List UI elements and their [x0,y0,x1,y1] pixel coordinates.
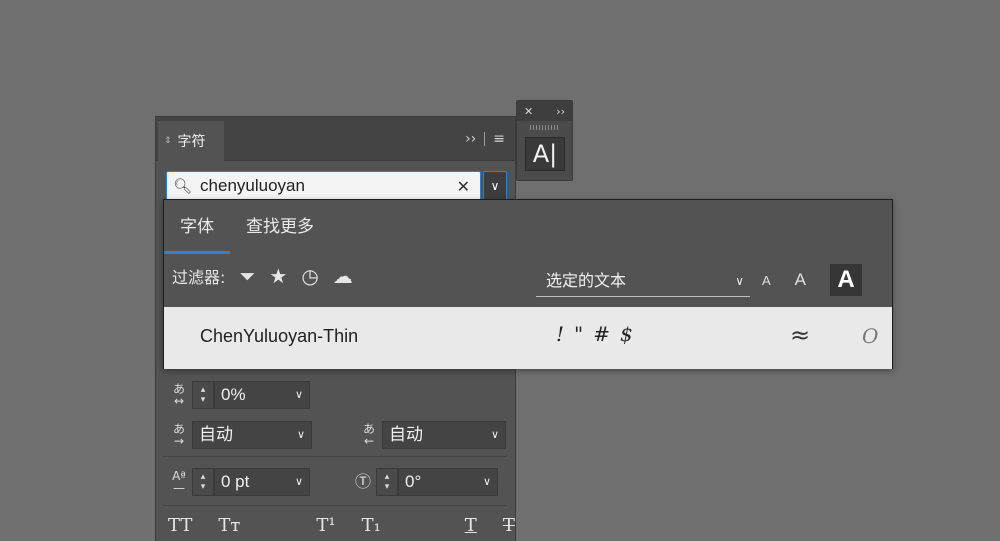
tracking-row: あ ↔ ▴ ▾ 0% ∨ [166,381,310,409]
space-before-field[interactable]: 自动 ∨ [192,421,312,449]
strikethrough-button[interactable]: T [503,515,515,536]
font-result-row[interactable]: ChenYuluoyan-Thin !"#$ ≈ O [164,307,892,369]
baseline-shift-field[interactable]: 0 pt ∨ [214,468,310,496]
tracking-icon: あ ↔ [172,382,185,408]
sample-text-select[interactable]: 选定的文本 ∨ [536,265,750,297]
chevron-down-icon[interactable]: ∨ [483,469,491,495]
reorder-icon: ⇕ [164,136,172,146]
font-dropdown: 字体 查找更多 过滤器: ⏷ ★ ◷ ☁ 选定的文本 ∨ A A A ChenY… [163,199,893,369]
tab-label: 字符 [177,134,206,150]
filter-icon[interactable]: ⏷ [239,264,255,288]
rotation-stepper[interactable]: ▴ ▾ [376,468,398,496]
font-search-field[interactable]: 🔍︎ chenyuluoyan ✕ [166,171,481,201]
tracking-stepper[interactable]: ▴ ▾ [192,381,214,409]
rotate-icon: Ⓣ [354,472,371,491]
small-caps-button[interactable]: Tт [218,515,240,536]
typography-buttons: TT Tт T¹ T₁ T T [168,515,515,536]
cloud-check-icon[interactable]: ☁ [333,264,353,288]
space-after-icon: あ ← [362,422,375,448]
mini-panel-header: ✕ ›› [517,101,572,121]
preview-size-buttons: A A A [762,264,863,296]
sample-text-value: 选定的文本 [546,271,627,290]
chevron-down-icon[interactable]: ∨ [297,422,305,448]
space-after-row: あ ← 自动 ∨ [356,421,506,449]
baseline-shift-row: Aª — ▴ ▾ 0 pt ∨ [166,468,310,496]
expand-icon[interactable]: ›› [556,105,565,118]
filter-bar: 过滤器: ⏷ ★ ◷ ☁ [172,264,353,288]
character-panel-icon[interactable]: A| [525,137,565,171]
collapse-icon[interactable]: ›› [465,131,476,147]
drag-grip[interactable] [529,125,560,130]
space-before-icon: あ → [172,422,185,448]
tracking-field[interactable]: 0% ∨ [214,381,310,409]
preview-size-small-button[interactable]: A [762,273,771,288]
floating-character-panel: ✕ ›› A| [516,100,573,181]
tab-character[interactable]: ⇕ 字符 [158,121,224,161]
font-search-input[interactable]: chenyuluoyan [200,176,457,196]
baseline-shift-stepper[interactable]: ▴ ▾ [192,468,214,496]
show-similar-icon[interactable]: ≈ [790,321,810,349]
divider [163,505,507,506]
font-preview-glyphs: !"#$ [556,322,643,346]
font-type-icon: O [862,324,879,348]
tab-fonts[interactable]: 字体 [164,200,230,254]
rotation-field[interactable]: 0° ∨ [398,468,498,496]
clear-icon[interactable]: ✕ [457,177,470,196]
preview-size-large-button[interactable]: A [830,264,863,296]
chevron-down-icon[interactable]: ∨ [295,382,303,408]
panel-header: ⇕ 字符 ›› ≡ [156,117,515,161]
search-icon[interactable]: 🔍︎ [173,177,192,195]
all-caps-button[interactable]: TT [168,515,192,536]
space-before-value: 自动 [199,425,233,444]
superscript-button[interactable]: T¹ [316,515,335,536]
font-list-dropdown-button[interactable]: ∨ [483,171,507,201]
chevron-down-icon: ∨ [735,274,744,288]
space-before-row: あ → 自动 ∨ [166,421,312,449]
close-icon[interactable]: ✕ [524,105,533,118]
baseline-shift-value: 0 pt [221,472,250,491]
divider [484,132,486,146]
preview-size-medium-button[interactable]: A [795,270,806,290]
favorite-star-icon[interactable]: ★ [269,264,287,288]
space-after-field[interactable]: 自动 ∨ [382,421,506,449]
rotation-value: 0° [405,472,422,491]
baseline-shift-icon: Aª — [172,469,186,495]
filter-label: 过滤器: [172,268,226,287]
tab-find-more[interactable]: 查找更多 [230,200,330,254]
subscript-button[interactable]: T₁ [362,515,381,536]
recent-clock-icon[interactable]: ◷ [301,264,318,288]
tracking-value: 0% [221,385,246,404]
font-name: ChenYuluoyan-Thin [200,326,359,346]
font-dropdown-tabs: 字体 查找更多 [164,200,330,254]
divider [163,456,507,457]
panel-controls: ›› ≡ [465,131,505,147]
chevron-down-icon[interactable]: ∨ [295,469,303,495]
panel-menu-icon[interactable]: ≡ [493,131,505,147]
rotation-row: Ⓣ ▴ ▾ 0° ∨ [350,468,498,496]
chevron-down-icon[interactable]: ∨ [491,422,499,448]
space-after-value: 自动 [389,425,423,444]
underline-button[interactable]: T [465,515,477,536]
